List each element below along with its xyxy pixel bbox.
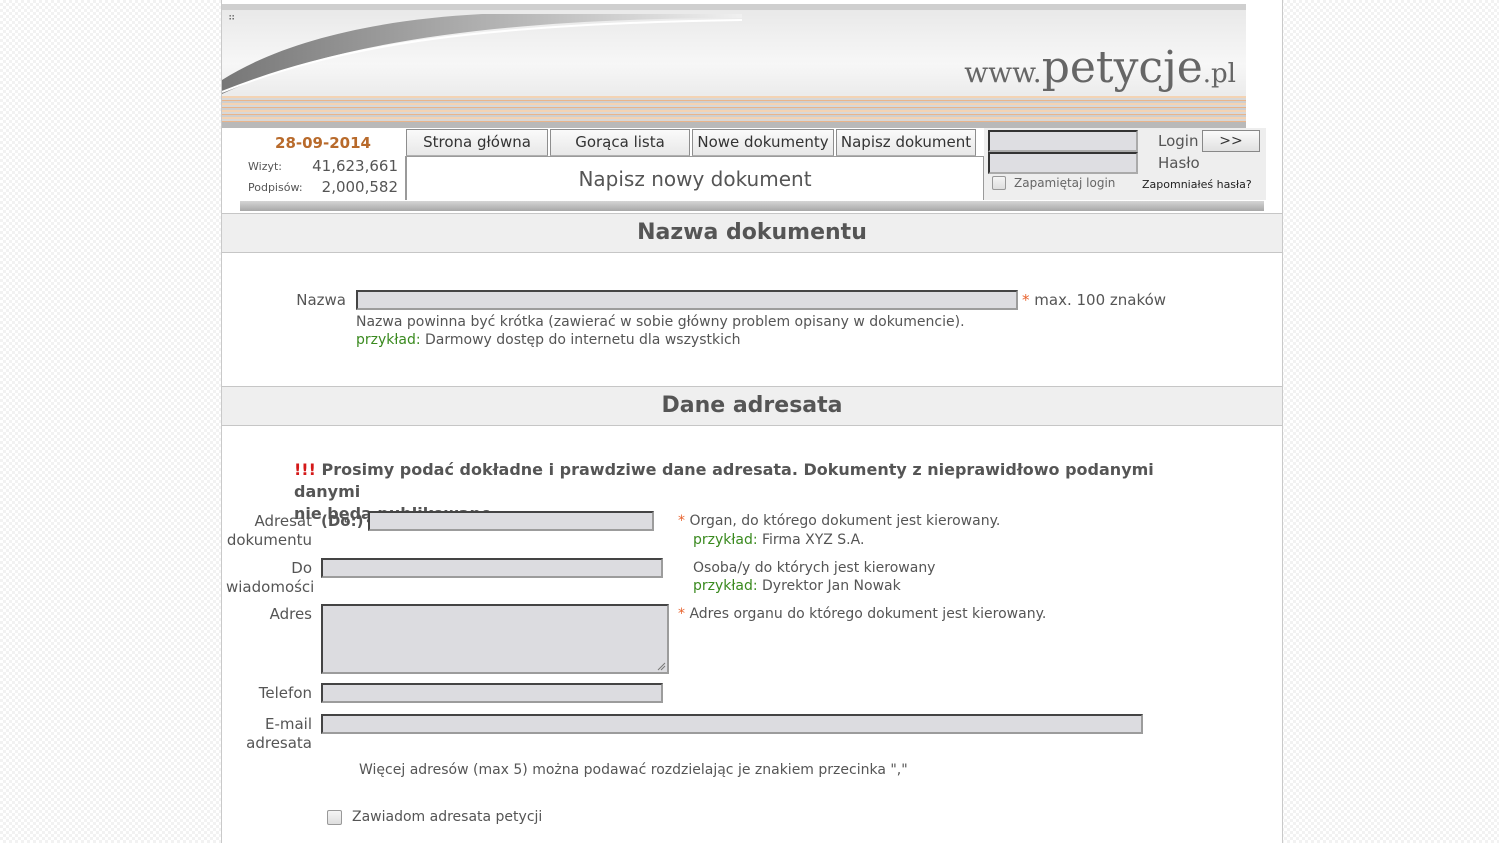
email-input[interactable] (321, 714, 1143, 734)
name-label: Nazwa (296, 291, 346, 309)
email-label: E-mail adresata (246, 715, 312, 752)
tab-new-documents[interactable]: Nowe dokumenty (692, 129, 834, 156)
remember-login-option[interactable]: Zapamiętaj login (992, 176, 1115, 190)
login-submit-button[interactable]: >> (1202, 130, 1260, 152)
main-tabs: Strona główna Gorąca lista Nowe dokument… (406, 129, 978, 157)
section-title-name: Nazwa dokumentu (222, 213, 1282, 253)
address-label: Adres (269, 605, 312, 623)
login-input[interactable] (988, 130, 1138, 152)
site-banner: ⠛ www.petycje.pl (222, 4, 1246, 128)
resize-handle-icon[interactable] (657, 662, 666, 671)
address-textarea[interactable] (321, 604, 669, 674)
name-input[interactable] (356, 290, 1018, 310)
name-limit: * max. 100 znaków (1022, 291, 1167, 309)
notify-option[interactable]: Zawiadom adresata petycji (327, 808, 542, 827)
stat-visits: Wizyt: 41,623,661 (248, 157, 398, 175)
tab-write-document[interactable]: Napisz dokument (836, 129, 976, 156)
remember-login-label: Zapamiętaj login (1014, 176, 1116, 190)
stat-signatures: Podpisów: 2,000,582 (248, 178, 398, 196)
navigation-bar: 28-09-2014 Wizyt: 41,623,661 Podpisów: 2… (240, 128, 1266, 212)
page-container: ⠛ www.petycje.pl 28-09-2014 Wizyt: 41,62… (221, 0, 1283, 843)
tab-hot-list[interactable]: Gorąca lista (550, 129, 690, 156)
phone-label: Telefon (258, 684, 312, 702)
email-note: Więcej adresów (max 5) można podawać roz… (359, 762, 908, 778)
login-panel: Login >> Hasło Zapamiętaj login Zapomnia… (984, 128, 1266, 200)
addressee-example: przykład: Firma XYZ S.A. (693, 532, 865, 548)
cc-hint: Osoba/y do których jest kierowany (693, 560, 936, 576)
name-example: przykład: Darmowy dostęp do internetu dl… (356, 332, 741, 348)
phone-input[interactable] (321, 683, 663, 703)
addressee-prefix: (Do:) (321, 512, 364, 530)
tab-home[interactable]: Strona główna (406, 129, 548, 156)
name-hint: Nazwa powinna być krótka (zawierać w sob… (356, 314, 965, 330)
nav-divider (240, 201, 1264, 211)
section-title-addressee: Dane adresata (222, 386, 1282, 426)
current-date: 28-09-2014 (275, 134, 371, 152)
cc-label: Do wiadomości (226, 559, 315, 596)
login-label: Login (1158, 132, 1199, 150)
password-input[interactable] (988, 152, 1138, 174)
addressee-input[interactable] (368, 511, 654, 531)
banner-swoosh-graphic (222, 14, 742, 94)
notify-checkbox[interactable] (327, 810, 342, 825)
forgot-password-link[interactable]: Zapomniałeś hasła? (1142, 178, 1252, 191)
cc-input[interactable] (321, 558, 663, 578)
site-logo[interactable]: www.petycje.pl (964, 42, 1236, 93)
grip-dots-icon: ⠛ (228, 15, 237, 26)
banner-stripes (222, 96, 1246, 124)
remember-login-checkbox[interactable] (992, 176, 1006, 190)
cc-example: przykład: Dyrektor Jan Nowak (693, 578, 901, 594)
page-title: Napisz nowy dokument (406, 156, 984, 200)
site-stats: Wizyt: 41,623,661 Podpisów: 2,000,582 (240, 156, 406, 200)
addressee-hint: * Organ, do którego dokument jest kierow… (678, 513, 1001, 529)
addressee-label: Adresat dokumentu (226, 512, 312, 549)
password-label: Hasło (1158, 154, 1200, 172)
notify-label: Zawiadom adresata petycji (352, 809, 543, 825)
address-hint: * Adres organu do którego dokument jest … (678, 606, 1047, 622)
